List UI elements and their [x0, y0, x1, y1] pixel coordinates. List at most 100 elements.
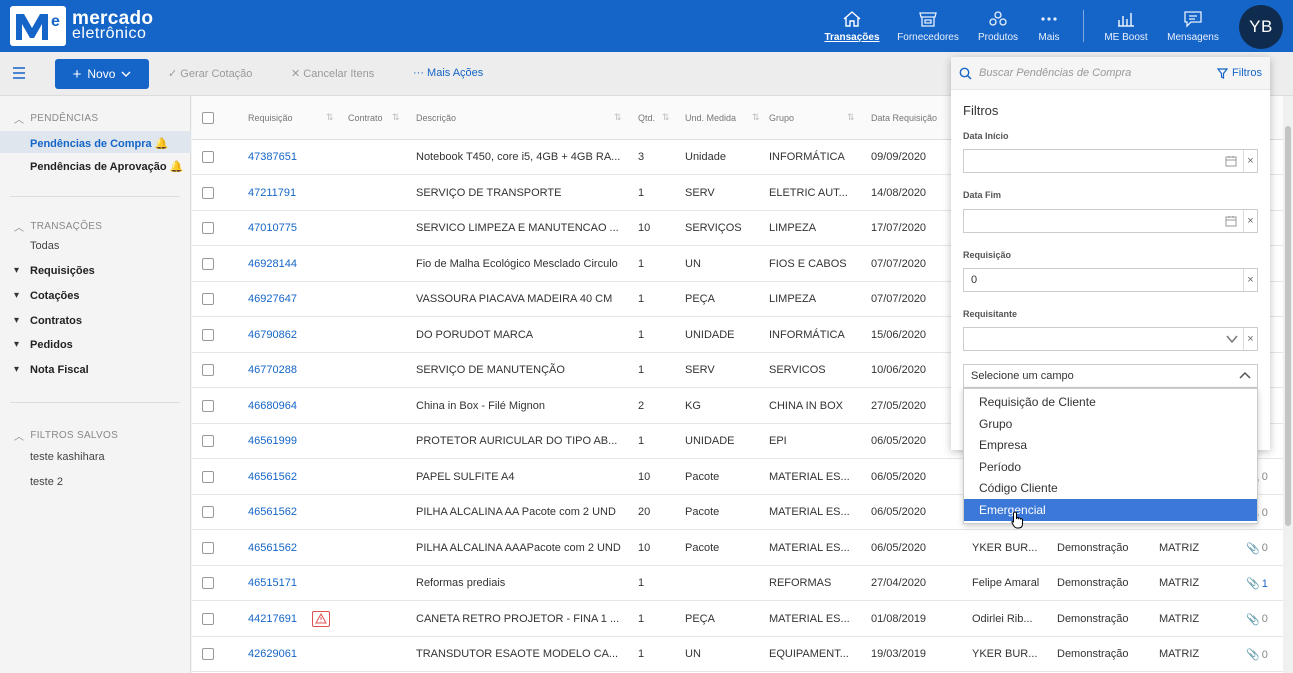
sidebar-item-cotacoes[interactable]: Cotações [30, 290, 80, 302]
clear-icon[interactable]: × [1243, 210, 1257, 232]
gerar-cotacao-button[interactable]: ✓ Gerar Cotação [168, 67, 252, 80]
sidebar-item-todas[interactable]: Todas [30, 240, 59, 252]
field-select[interactable]: Selecione um campo [963, 364, 1258, 388]
col-header-data-requisicao[interactable]: Data Requisição [871, 113, 937, 123]
row-checkbox[interactable] [202, 577, 214, 589]
col-header-und-medida[interactable]: Und. Medida [685, 113, 736, 123]
sidebar-item-pendencias-compra[interactable]: Pendências de Compra 🔔 [30, 137, 168, 150]
calendar-icon[interactable] [1225, 215, 1237, 227]
nav-me-boost[interactable]: ME Boost [1104, 0, 1148, 52]
requisicao-link[interactable]: 47211791 [248, 187, 296, 199]
table-row[interactable]: 46515171 Reformas prediais 1 REFORMAS 27/04/… [192, 566, 1293, 601]
scrollbar-thumb[interactable] [1285, 126, 1291, 526]
table-row[interactable]: 44217691 CANETA RETRO PROJETOR - FINA 1 .… [192, 602, 1293, 637]
row-checkbox[interactable] [202, 612, 214, 625]
requisicao-link[interactable]: 46680964 [248, 400, 297, 412]
table-row[interactable]: 46561562 PILHA ALCALINA AAAPacote com 2 U… [192, 531, 1293, 566]
row-checkbox[interactable] [202, 257, 214, 270]
requisicao-link[interactable]: 46561562 [248, 542, 297, 554]
option-grupo[interactable]: Grupo [964, 413, 1257, 435]
mais-acoes-button[interactable]: ··· Mais Ações [413, 67, 483, 79]
sort-icon[interactable]: ⇅ [614, 112, 622, 123]
calendar-icon[interactable] [1225, 155, 1237, 167]
requisicao-link[interactable]: 46561562 [248, 506, 297, 518]
sort-icon[interactable]: ⇅ [847, 112, 855, 123]
clear-icon[interactable]: × [1243, 150, 1257, 172]
requisicao-link[interactable]: 46561562 [248, 471, 297, 483]
option-codigo-cliente[interactable]: Código Cliente [964, 477, 1257, 499]
data-inicio-field[interactable]: × [963, 149, 1258, 173]
attachments-button[interactable]: 📎 1 [1246, 577, 1268, 591]
row-checkbox[interactable] [202, 364, 214, 376]
nav-transacoes[interactable]: Transações [824, 0, 880, 52]
row-checkbox[interactable] [202, 222, 214, 234]
row-checkbox[interactable] [202, 186, 214, 199]
requisicao-link[interactable]: 44217691 [248, 613, 297, 625]
hamburger-menu-icon[interactable] [12, 66, 26, 80]
attachments-button[interactable]: 📎0 [1246, 648, 1268, 662]
col-header-requisicao[interactable]: Requisição [248, 113, 293, 123]
sidebar-item-pendencias-aprovacao[interactable]: Pendências de Aprovação 🔔 [30, 160, 183, 173]
warning-icon[interactable] [312, 610, 330, 627]
row-checkbox[interactable] [202, 293, 214, 305]
table-row[interactable]: 42629061 TRANSDUTOR ESAOTE MODELO CA... 1 U… [192, 637, 1293, 672]
requisicao-link[interactable]: 42629061 [248, 648, 297, 660]
row-checkbox[interactable] [202, 506, 214, 518]
clear-icon[interactable]: × [1243, 269, 1257, 291]
row-checkbox[interactable] [202, 435, 214, 447]
requisicao-link[interactable]: 46561999 [248, 435, 297, 447]
logo[interactable]: e mercado eletrônico [10, 6, 153, 46]
requisicao-link[interactable]: 47387651 [248, 151, 297, 163]
saved-filter-item[interactable]: teste kashihara [30, 451, 105, 463]
sidebar-item-pedidos[interactable]: Pedidos [30, 339, 73, 351]
col-header-grupo[interactable]: Grupo [769, 113, 794, 123]
option-emergencial[interactable]: Emergencial [964, 499, 1257, 521]
select-all-checkbox[interactable] [202, 112, 214, 124]
requisicao-link[interactable]: 47010775 [248, 222, 297, 234]
sort-icon[interactable]: ⇅ [752, 112, 760, 123]
attachments-button[interactable]: 📎0 [1246, 613, 1268, 626]
data-fim-field[interactable]: × [963, 209, 1258, 233]
requisicao-link[interactable]: 46515171 [248, 577, 297, 589]
option-requisicao-cliente[interactable]: Requisição de Cliente [964, 391, 1257, 413]
vertical-scrollbar[interactable] [1283, 96, 1293, 673]
requisicao-link[interactable]: 46770288 [248, 364, 297, 376]
new-button[interactable]: + Novo [55, 59, 149, 89]
nav-produtos[interactable]: Produtos [976, 0, 1020, 52]
col-header-descricao[interactable]: Descrição [416, 113, 456, 123]
nav-fornecedores[interactable]: Fornecedores [897, 0, 959, 52]
cancelar-itens-button[interactable]: ✕ Cancelar Itens [291, 67, 374, 80]
row-checkbox[interactable] [202, 470, 214, 483]
search-bar[interactable]: Buscar Pendências de Compra Filtros [951, 57, 1270, 90]
saved-filter-item[interactable]: teste 2 [30, 476, 63, 488]
sidebar-item-contratos[interactable]: Contratos [30, 315, 82, 327]
col-header-contrato[interactable]: Contrato [348, 113, 383, 123]
sort-icon[interactable]: ⇅ [326, 112, 334, 123]
row-checkbox[interactable] [202, 399, 214, 412]
requisicao-link[interactable]: 46790862 [248, 329, 297, 341]
sidebar-item-nota-fiscal[interactable]: Nota Fiscal [30, 364, 89, 376]
row-checkbox[interactable] [202, 648, 214, 660]
clear-icon[interactable]: × [1243, 328, 1257, 350]
nav-mensagens[interactable]: Mensagens [1166, 0, 1220, 52]
nav-mais[interactable]: Mais [1036, 0, 1062, 52]
requisitante-select[interactable]: × [963, 327, 1258, 351]
option-periodo[interactable]: Período [964, 456, 1257, 478]
sidebar-section-transacoes[interactable]: ︿ TRANSAÇÕES [14, 219, 102, 234]
requisicao-link[interactable]: 46927647 [248, 293, 297, 305]
sidebar-section-pendencias[interactable]: ︿ PENDÊNCIAS [14, 111, 98, 126]
col-header-qtd[interactable]: Qtd. [638, 113, 655, 123]
search-input[interactable]: Buscar Pendências de Compra [979, 67, 1131, 79]
row-checkbox[interactable] [202, 541, 214, 554]
sort-icon[interactable]: ⇅ [392, 112, 400, 123]
row-checkbox[interactable] [202, 151, 214, 163]
sidebar-section-filtros-salvos[interactable]: ︿ FILTROS SALVOS [14, 428, 118, 443]
sort-icon[interactable]: ⇅ [662, 112, 670, 123]
requisicao-field[interactable]: 0 × [963, 268, 1258, 292]
option-empresa[interactable]: Empresa [964, 434, 1257, 456]
avatar[interactable]: YB [1239, 5, 1283, 49]
sidebar-item-requisicoes[interactable]: Requisições [30, 265, 95, 277]
filtros-toggle-button[interactable]: Filtros [1217, 67, 1262, 79]
attachments-button[interactable]: 📎0 [1246, 542, 1268, 555]
row-checkbox[interactable] [202, 328, 214, 341]
